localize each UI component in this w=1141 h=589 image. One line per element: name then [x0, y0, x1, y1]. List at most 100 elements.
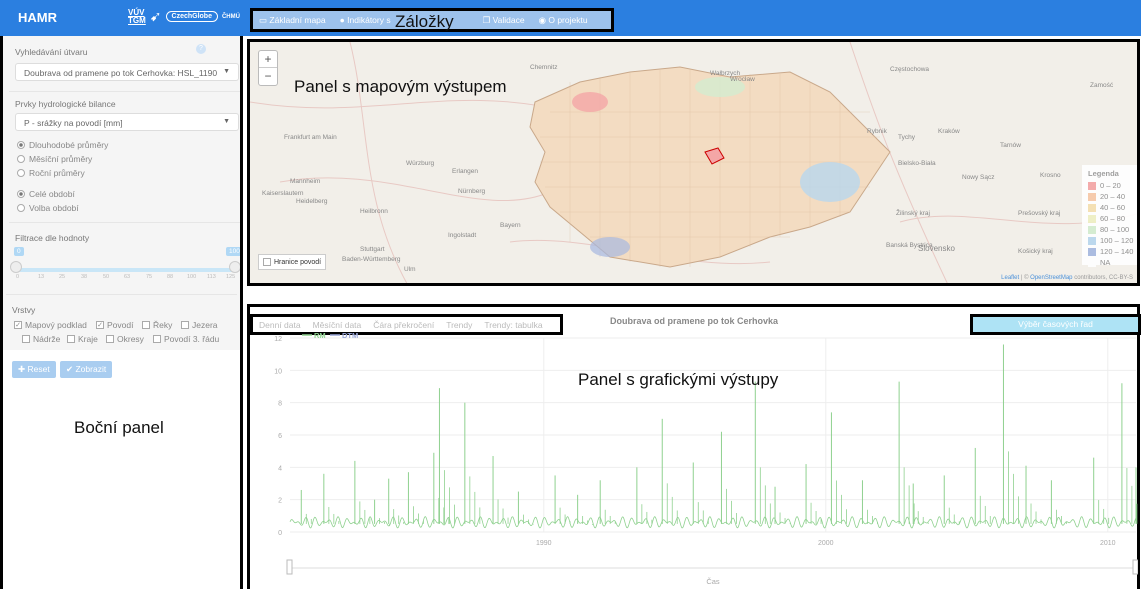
czechglobe-logo: CzechGlobe: [165, 11, 218, 22]
legend-row: 20 – 40: [1088, 191, 1137, 202]
filter-label: Filtrace dle hodnoty: [15, 233, 90, 243]
slider-tick: 100: [187, 274, 197, 280]
high-precip-zone: [572, 92, 608, 112]
zoom-in-button[interactable]: +: [259, 51, 277, 68]
y-tick-label: 2: [278, 498, 282, 505]
help-icon[interactable]: ?: [196, 44, 206, 54]
city-label: Mannheim: [290, 178, 321, 185]
x-tick-label: 1990: [536, 540, 552, 547]
radio-choose-period[interactable]: Volba období: [17, 203, 79, 213]
radio-label: Volba období: [29, 203, 79, 213]
wet-zone: [590, 237, 630, 257]
show-button[interactable]: ✔ Zobrazit: [60, 361, 113, 378]
legend-swatch: [1088, 236, 1096, 245]
chmu-logo: ČHMÚ: [221, 13, 240, 20]
radio-monthly[interactable]: Měsíční průměry: [17, 154, 92, 164]
app-name: HAMR: [18, 10, 57, 25]
wet-zone: [800, 162, 860, 202]
legend-label: 0 – 20: [1100, 181, 1121, 190]
osm-link[interactable]: OpenStreetMap: [1030, 275, 1072, 281]
tab-zakladni-mapa[interactable]: ▭ Základní mapa: [259, 15, 326, 26]
radio-dot: [17, 141, 25, 149]
filter-min-badge: 0: [14, 247, 24, 256]
y-tick-label: 10: [274, 368, 282, 375]
layer-label: Povodí 3. řádu: [164, 334, 220, 344]
catchment-label: Vyhledávání útvaru: [15, 47, 88, 57]
catchment-select[interactable]: Doubrava od pramene po tok Cerhovka: HSL…: [15, 63, 239, 81]
layer-catchments-3rd[interactable]: Povodí 3. řádu: [153, 334, 219, 344]
catchment-value: Doubrava od pramene po tok Cerhovka: HSL…: [24, 68, 218, 78]
legend-row: 60 – 80: [1088, 213, 1137, 224]
balance-select[interactable]: P - srážky na povodí [mm] ▼: [15, 113, 239, 131]
chart-title: Doubrava od pramene po tok Cerhovka: [609, 316, 779, 326]
radio-dot: [17, 169, 25, 177]
sidebar-border-left: [0, 36, 3, 589]
leaflet-link[interactable]: Leaflet: [1001, 275, 1019, 281]
checkbox: [153, 335, 161, 343]
tab-label: Indikátory s: [347, 15, 391, 25]
y-tick-label: 4: [278, 465, 282, 472]
tabs-annotation: Záložky: [395, 12, 454, 31]
slider-tick: 113: [207, 274, 216, 280]
series-line-rm: [289, 516, 1137, 529]
legend-swatch: [1088, 225, 1096, 234]
reset-button[interactable]: ✚ Reset: [12, 361, 56, 378]
radio-label: Roční průměry: [29, 168, 85, 178]
filter-slider-track[interactable]: [16, 268, 236, 272]
legend-label: 20 – 40: [1100, 192, 1126, 201]
filter-slider-min-handle[interactable]: [10, 261, 22, 273]
divider: [9, 91, 240, 92]
city-label: Košický kraj: [1018, 248, 1053, 255]
radio-label: Měsíční průměry: [29, 154, 93, 164]
radio-long-term[interactable]: Dlouhodobé průměry: [17, 140, 108, 150]
catchment-boundary-toggle[interactable]: Hranice povodí: [258, 254, 327, 270]
legend-label: 40 – 60: [1100, 203, 1126, 212]
checkbox: [67, 335, 75, 343]
chart-svg[interactable]: 0 2 4 6 8 10 12 1990 2000 2010 RM DTM Čas: [250, 330, 1138, 589]
legend-label: 60 – 80: [1100, 214, 1126, 223]
city-label: Nowy Sącz: [962, 174, 995, 181]
legend-label-dtm: DTM: [342, 331, 358, 340]
side-panel-annotation: Boční panel: [74, 418, 164, 437]
slider-tick: 63: [124, 274, 131, 280]
tab-o-projektu[interactable]: ◉ O projektu: [539, 15, 588, 26]
slider-tick: 38: [81, 274, 88, 280]
radio-dot: [17, 155, 25, 163]
info-icon: ◉: [538, 14, 549, 25]
city-label: Stuttgart: [360, 246, 385, 253]
slider-tick: 88: [167, 274, 174, 280]
city-label: Erlangen: [452, 168, 479, 175]
layer-districts[interactable]: Okresy: [106, 334, 144, 344]
city-label: Wałbrzych: [710, 70, 741, 77]
map-attribution: Leaflet | © OpenStreetMap contributors, …: [1001, 275, 1133, 281]
layer-reservoirs[interactable]: Nádrže: [22, 334, 60, 344]
city-label: Krosno: [1040, 172, 1061, 179]
tab-validace[interactable]: ❐ Validace: [483, 15, 525, 26]
legend-label: NA: [1100, 258, 1111, 267]
radio-dot: [17, 204, 25, 212]
checkbox: [106, 335, 114, 343]
radio-whole-period[interactable]: Celé období: [17, 189, 75, 199]
legend-title: Legenda: [1088, 169, 1119, 178]
radio-label: Dlouhodobé průměry: [29, 140, 109, 150]
layer-label: Nádrže: [33, 334, 61, 344]
slider-tick: 25: [59, 274, 66, 280]
chevron-down-icon: ▼: [223, 68, 230, 75]
legend-row: 100 – 120: [1088, 235, 1137, 246]
legend-swatch: [1088, 203, 1096, 212]
slider-tick: 13: [38, 274, 45, 280]
legend-row: 120 – 140: [1088, 246, 1137, 257]
tab-indikatory[interactable]: ● Indikátory s: [340, 15, 391, 25]
vuv-logo-bottom: TGM: [128, 15, 146, 25]
y-tick-label: 0: [278, 530, 282, 537]
layer-label: Okresy: [117, 334, 144, 344]
city-label: Zamość: [1090, 82, 1114, 89]
x-tick-label: 2000: [818, 540, 834, 547]
zoom-out-button[interactable]: −: [259, 68, 277, 84]
legend-label: 100 – 120: [1100, 236, 1134, 245]
radio-yearly[interactable]: Roční průměry: [17, 168, 85, 178]
layer-regions[interactable]: Kraje: [67, 334, 98, 344]
bird-icon: ➹: [149, 8, 162, 24]
city-label: Würzburg: [406, 160, 435, 167]
legend-label: 120 – 140: [1100, 247, 1134, 256]
